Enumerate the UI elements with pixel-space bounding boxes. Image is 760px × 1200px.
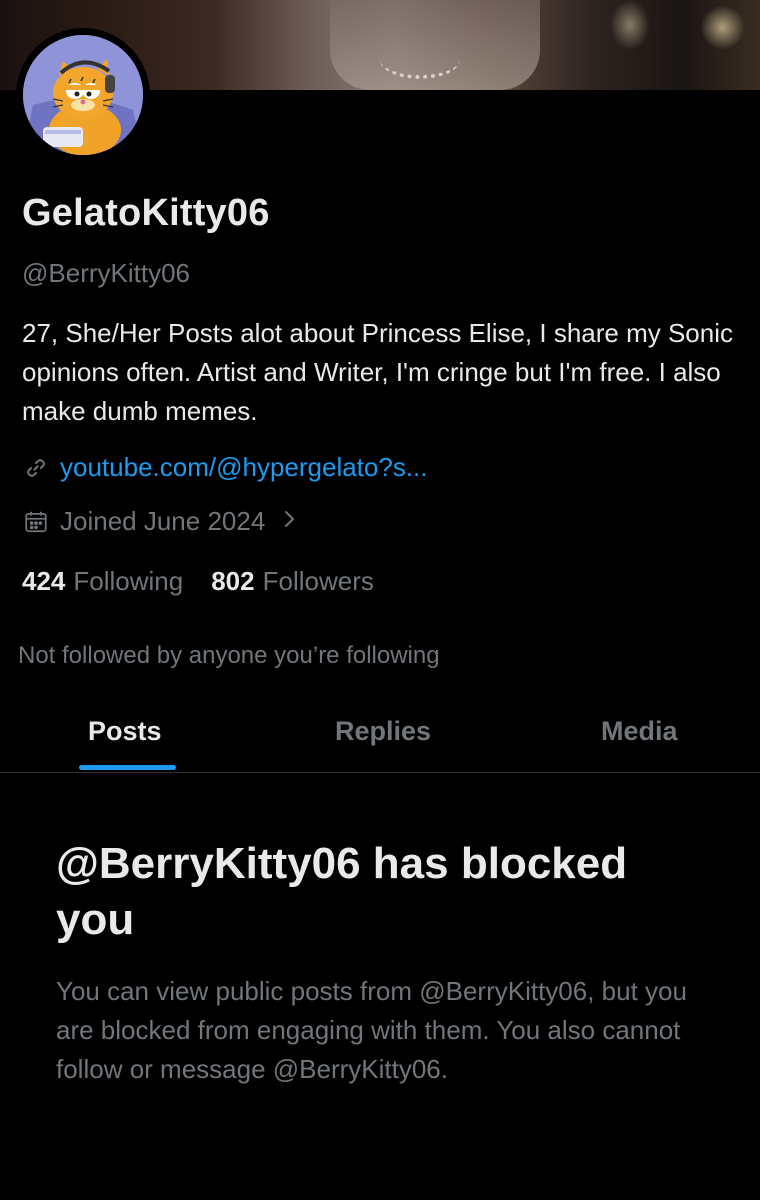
banner-necklace: [380, 40, 460, 79]
link-icon: [22, 454, 50, 482]
profile-bio: 27, She/Her Posts alot about Princess El…: [22, 318, 734, 426]
avatar[interactable]: [23, 35, 143, 155]
follow-stats: 424 Following 802 Followers: [22, 566, 402, 597]
profile-tabs: Posts Replies Media: [0, 700, 760, 773]
mutual-followers-note: Not followed by anyone you’re following: [18, 642, 440, 669]
active-tab-indicator: [79, 765, 176, 770]
following-label: Following: [73, 566, 184, 596]
display-name: GelatoKitty06: [22, 192, 270, 234]
joined-date-row[interactable]: Joined June 2024: [22, 506, 297, 537]
banner-light: [700, 5, 745, 50]
banner-light: [610, 0, 650, 50]
following-count: 424: [22, 566, 66, 596]
blocked-description: You can view public posts from @BerryKit…: [56, 976, 687, 1084]
followers-label: Followers: [262, 566, 374, 596]
profile-website[interactable]: youtube.com/@hypergelato?s...: [22, 452, 428, 483]
website-link[interactable]: youtube.com/@hypergelato?s...: [60, 452, 428, 483]
joined-date: Joined June 2024: [60, 506, 266, 536]
followers-count: 802: [211, 566, 255, 596]
chevron-right-icon[interactable]: [281, 506, 297, 537]
following-link[interactable]: 424 Following: [22, 566, 183, 597]
tab-replies[interactable]: Replies: [335, 716, 431, 747]
tab-posts[interactable]: Posts: [88, 716, 162, 747]
calendar-icon: [22, 508, 50, 536]
username-handle: @BerryKitty06: [22, 258, 190, 288]
blocked-heading: @BerryKitty06 has blocked you: [56, 839, 628, 944]
tab-media[interactable]: Media: [601, 716, 678, 747]
followers-link[interactable]: 802 Followers: [211, 566, 374, 597]
